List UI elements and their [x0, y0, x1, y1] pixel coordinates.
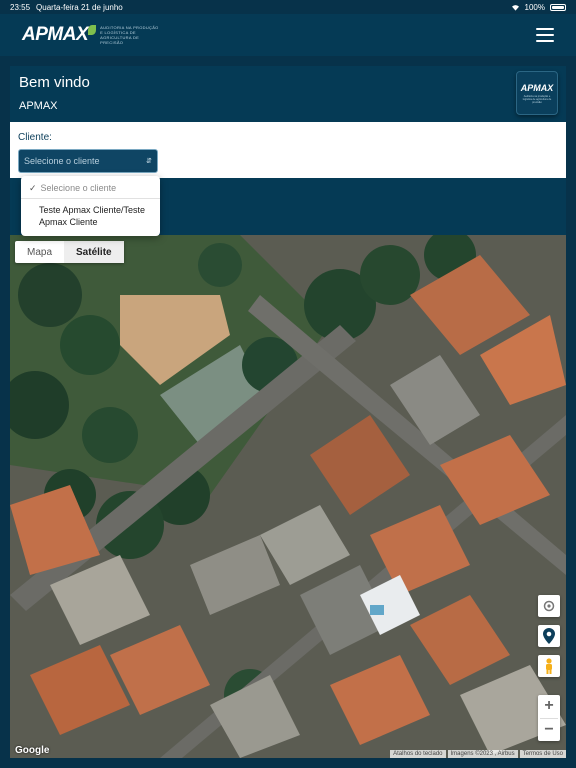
organization-name: APMAX: [19, 100, 58, 112]
chevron-updown-icon: ⇵: [146, 158, 152, 165]
google-logo: Google: [15, 745, 50, 756]
settings-icon: [543, 600, 555, 612]
client-select-value: Selecione o cliente: [24, 156, 100, 166]
street-view-button[interactable]: [538, 655, 560, 677]
menu-button[interactable]: [536, 28, 554, 42]
terms-link[interactable]: Termos de Uso: [519, 750, 566, 758]
leaf-icon: [88, 25, 97, 35]
my-location-button[interactable]: [538, 625, 560, 647]
hamburger-icon: [536, 28, 554, 30]
location-pin-icon: [543, 628, 555, 644]
map-type-satellite-button[interactable]: Satélite: [64, 241, 124, 263]
badge-tagline: Auditoria na produção e logística de agr…: [522, 94, 552, 104]
status-date: Quarta-feira 21 de junho: [36, 2, 123, 12]
app-logo: APMAX Auditoria na produção e logística …: [22, 24, 160, 46]
client-dropdown-menu: ✓ Selecione o cliente Teste Apmax Client…: [21, 176, 160, 236]
status-right: 100%: [511, 3, 566, 12]
map-attribution: Atalhos do teclado Imagens ©2023 , Airbu…: [390, 750, 566, 758]
app-header: APMAX Auditoria na produção e logística …: [0, 14, 576, 56]
dropdown-option-client[interactable]: Teste Apmax Cliente/Teste Apmax Cliente: [21, 199, 160, 228]
zoom-out-icon[interactable]: −: [538, 719, 560, 742]
checkmark-icon: ✓: [29, 183, 37, 193]
logo-tagline: Auditoria na produção e logística de agr…: [100, 25, 159, 45]
client-filter: Cliente: Selecione o cliente ⇵: [10, 122, 566, 178]
wifi-icon: [511, 4, 519, 11]
zoom-in-icon[interactable]: +: [538, 695, 560, 718]
satellite-map[interactable]: Mapa Satélite + − Google Atalhos do tecl…: [10, 235, 566, 758]
battery-icon: [550, 3, 566, 11]
imagery-credit: Imagens ©2023 , Airbus: [447, 750, 518, 758]
badge-logo: APMAX: [520, 82, 554, 93]
welcome-title: Bem vindo: [19, 74, 90, 91]
zoom-control: + −: [538, 695, 560, 741]
pegman-icon: [546, 658, 552, 674]
dropdown-option-placeholder[interactable]: ✓ Selecione o cliente: [21, 178, 160, 199]
dashboard-card: Bem vindo APMAX APMAX Auditoria na produ…: [10, 66, 566, 758]
welcome-header: Bem vindo APMAX APMAX Auditoria na produ…: [10, 66, 566, 122]
client-label: Cliente:: [18, 132, 52, 143]
brand-badge: APMAX Auditoria na produção e logística …: [516, 71, 558, 115]
client-select[interactable]: Selecione o cliente ⇵: [18, 149, 158, 173]
battery-percent: 100%: [524, 2, 545, 12]
settings-button[interactable]: [538, 595, 560, 617]
map-type-map-button[interactable]: Mapa: [15, 241, 64, 263]
dropdown-option-label: Selecione o cliente: [40, 183, 117, 193]
map-type-control: Mapa Satélite: [15, 241, 124, 263]
status-bar: 23:55 Quarta-feira 21 de junho 100%: [0, 0, 576, 14]
status-time: 23:55: [10, 2, 31, 12]
keyboard-shortcuts-link[interactable]: Atalhos do teclado: [390, 750, 446, 758]
logo-text: APMAX: [22, 24, 89, 45]
satellite-imagery: [10, 235, 566, 758]
